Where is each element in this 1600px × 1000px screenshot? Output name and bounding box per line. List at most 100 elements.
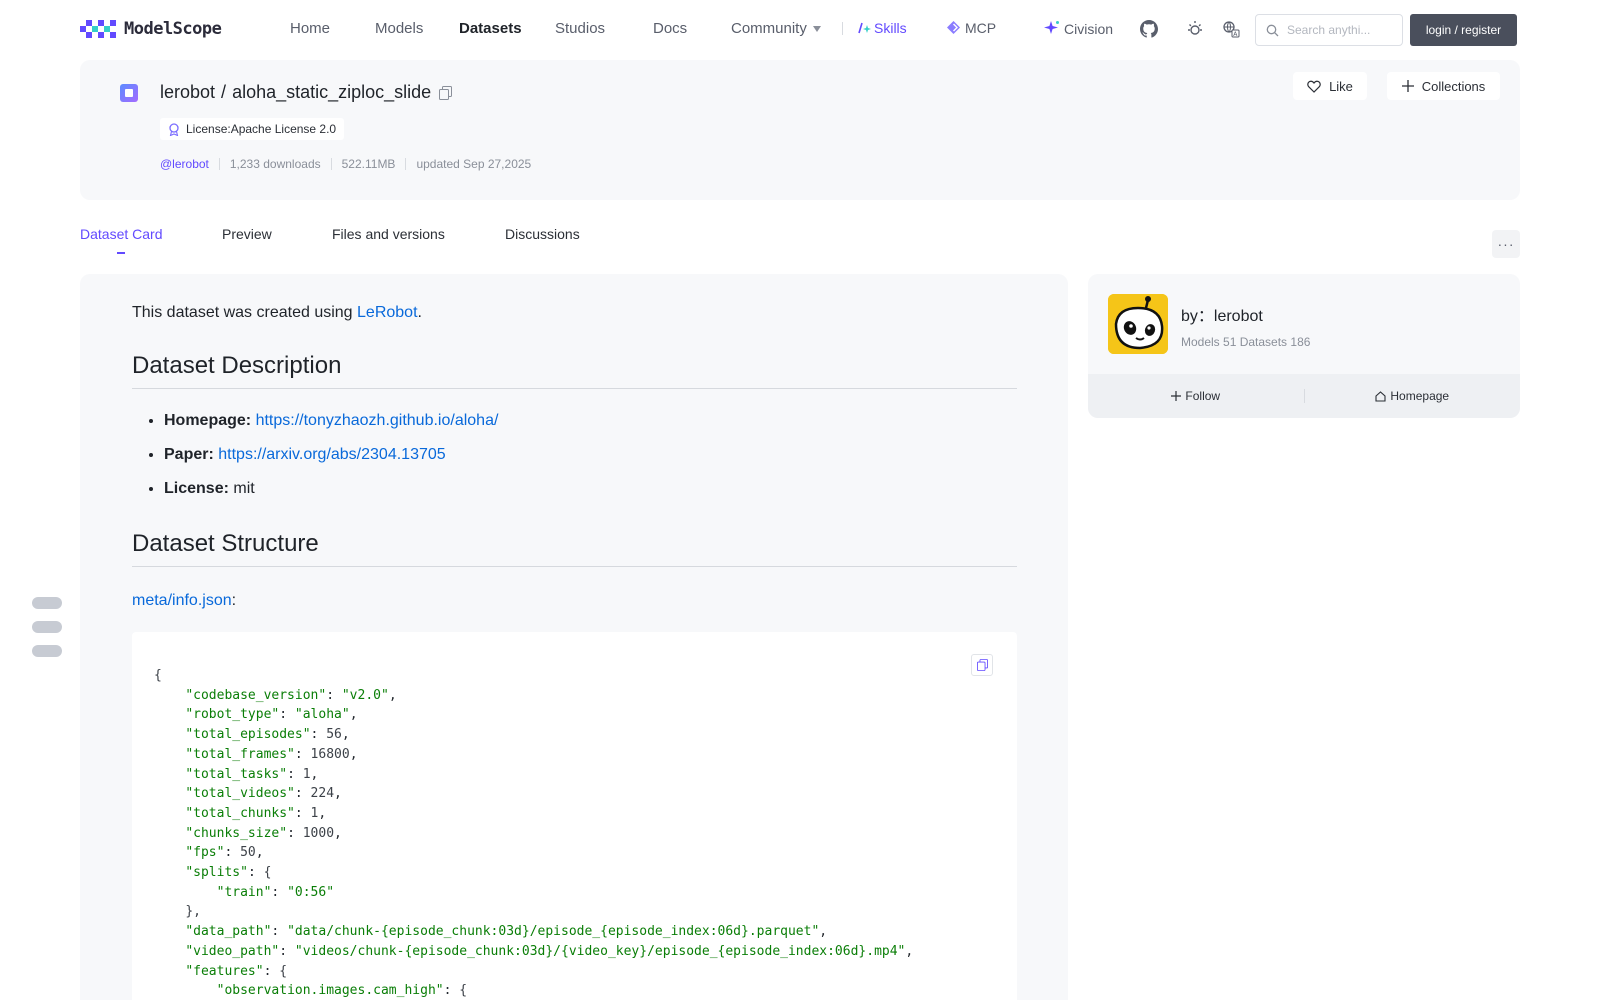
meta-info-link[interactable]: meta/info.json xyxy=(132,592,232,609)
theme-toggle-icon[interactable] xyxy=(1184,18,1206,40)
tab-dataset-card[interactable]: Dataset Card xyxy=(80,226,162,242)
license-tag: License:Apache License 2.0 xyxy=(160,118,345,140)
author-name[interactable]: by：lerobot xyxy=(1181,302,1263,326)
collections-label: Collections xyxy=(1421,78,1486,94)
home-icon xyxy=(1375,390,1386,402)
language-icon[interactable]: A xyxy=(1220,18,1242,40)
code-key: "observation.images.cam_high" xyxy=(216,983,444,999)
code-line: }, xyxy=(154,904,201,919)
dataset-card-content: This dataset was created using LeRobot. … xyxy=(80,274,1068,1000)
code-key: "total_tasks" xyxy=(185,766,288,782)
dataset-title: lerobot / aloha_static_ziploc_slide xyxy=(160,82,453,103)
intro-text: This dataset was created using LeRobot. xyxy=(132,304,422,322)
heart-icon xyxy=(1307,80,1321,93)
meta-info-line: meta/info.json: xyxy=(132,592,236,610)
nav-mcp[interactable]: MCP xyxy=(946,20,996,36)
homepage-button[interactable]: Homepage xyxy=(1305,389,1521,403)
author-card: by：lerobot Models 51 Datasets 186 Follow… xyxy=(1088,274,1520,418)
lerobot-link[interactable]: LeRobot xyxy=(357,304,418,321)
code-line: "splits": { xyxy=(185,865,272,881)
dataset-name: aloha_static_ziploc_slide xyxy=(232,82,432,102)
code-line: "total_episodes": 56, xyxy=(185,727,350,743)
tab-files-and-versions[interactable]: Files and versions xyxy=(332,226,445,242)
code-line: "fps": 50, xyxy=(185,845,264,861)
dataset-header: lerobot / aloha_static_ziploc_slide Lice… xyxy=(80,60,1520,200)
homepage-link[interactable]: https://tonyzhaozh.github.io/aloha/ xyxy=(256,412,499,429)
code-key: "chunks_size" xyxy=(185,825,288,841)
collections-button[interactable]: Collections xyxy=(1387,72,1500,100)
license-label: License:Apache License 2.0 xyxy=(186,122,337,136)
code-value: "v2.0" xyxy=(341,687,389,703)
follow-button[interactable]: Follow xyxy=(1088,389,1304,403)
nav-civision[interactable]: Civision xyxy=(1044,20,1113,37)
code-line: "observation.images.cam_high": { xyxy=(216,983,468,999)
code-value: { xyxy=(279,963,288,979)
dataset-size: 522.11MB xyxy=(341,157,396,171)
nav-studios[interactable]: Studios xyxy=(555,20,605,37)
code-line: "features": { xyxy=(185,963,288,979)
code-key: "total_chunks" xyxy=(185,805,295,821)
code-value: 50 xyxy=(240,845,256,861)
nav-skills[interactable]: Skills xyxy=(857,20,907,36)
search-box[interactable] xyxy=(1255,14,1403,46)
github-icon[interactable] xyxy=(1138,18,1160,40)
code-key: "total_videos" xyxy=(185,786,295,802)
copy-code-icon[interactable] xyxy=(971,654,993,676)
code-key: "train" xyxy=(216,884,272,900)
meta-info-colon: : xyxy=(231,592,237,609)
paper-link[interactable]: https://arxiv.org/abs/2304.13705 xyxy=(218,446,445,463)
tab-preview[interactable]: Preview xyxy=(222,226,272,242)
code-key: "video_path" xyxy=(185,943,280,959)
plus-icon xyxy=(1171,391,1182,401)
code-line: "total_tasks": 1, xyxy=(185,766,319,782)
code-value: 1000 xyxy=(302,825,335,841)
handle-bar xyxy=(32,597,62,609)
code-line: "codebase_version": "v2.0", xyxy=(185,687,397,703)
author-link[interactable]: @lerobot xyxy=(160,157,209,171)
nav-mcp-label: MCP xyxy=(965,20,997,36)
modelscope-logo[interactable]: ModelScope xyxy=(80,18,222,40)
dataset-owner[interactable]: lerobot xyxy=(160,82,215,103)
follow-label: Follow xyxy=(1185,389,1221,403)
homepage-label: Homepage: xyxy=(164,412,252,429)
paper-label: Paper: xyxy=(164,446,214,463)
author-actions: Follow Homepage xyxy=(1088,374,1520,418)
license-icon xyxy=(169,122,179,136)
code-key: "total_frames" xyxy=(185,746,295,762)
license-label: License: xyxy=(164,480,229,497)
dataset-meta: @lerobot 1,233 downloads 522.11MB update… xyxy=(160,157,531,171)
nav-civision-label: Civision xyxy=(1064,21,1114,37)
nav-docs[interactable]: Docs xyxy=(653,20,687,37)
nav-divider xyxy=(842,22,843,35)
code-line: { xyxy=(154,668,162,683)
code-line: "train": "0:56" xyxy=(216,884,335,900)
license-value: mit xyxy=(233,480,255,497)
code-value: 1 xyxy=(310,805,319,821)
logo-icon xyxy=(80,18,118,40)
avatar[interactable] xyxy=(1108,294,1168,354)
like-button[interactable]: Like xyxy=(1293,72,1367,100)
login-register-button[interactable]: login / register xyxy=(1410,14,1517,46)
code-value: "data/chunk-{episode_chunk:03d}/episode_… xyxy=(287,924,820,940)
tab-discussions[interactable]: Discussions xyxy=(505,226,580,242)
dataset-tabs: Dataset Card Preview Files and versions … xyxy=(80,226,1520,258)
code-value: 16800 xyxy=(310,746,350,762)
copy-icon[interactable] xyxy=(437,85,453,101)
code-line: "total_frames": 16800, xyxy=(185,746,358,762)
nav-datasets[interactable]: Datasets xyxy=(459,20,522,37)
toc-toggle-handle[interactable] xyxy=(32,597,62,659)
code-line: "robot_type": "aloha", xyxy=(185,707,358,723)
code-punct: }, xyxy=(185,904,201,920)
search-input[interactable] xyxy=(1287,23,1397,37)
code-value: 224 xyxy=(310,786,335,802)
nav-home[interactable]: Home xyxy=(290,20,330,37)
code-punct: { xyxy=(154,668,162,683)
code-line: "total_chunks": 1, xyxy=(185,805,327,821)
more-options-button[interactable]: ··· xyxy=(1492,230,1520,258)
nav-community[interactable]: Community xyxy=(731,20,821,37)
nav-models[interactable]: Models xyxy=(375,20,423,37)
mcp-icon xyxy=(947,21,960,34)
nav-skills-label: Skills xyxy=(874,20,907,36)
code-key: "codebase_version" xyxy=(185,687,327,703)
active-tab-indicator xyxy=(117,252,125,254)
